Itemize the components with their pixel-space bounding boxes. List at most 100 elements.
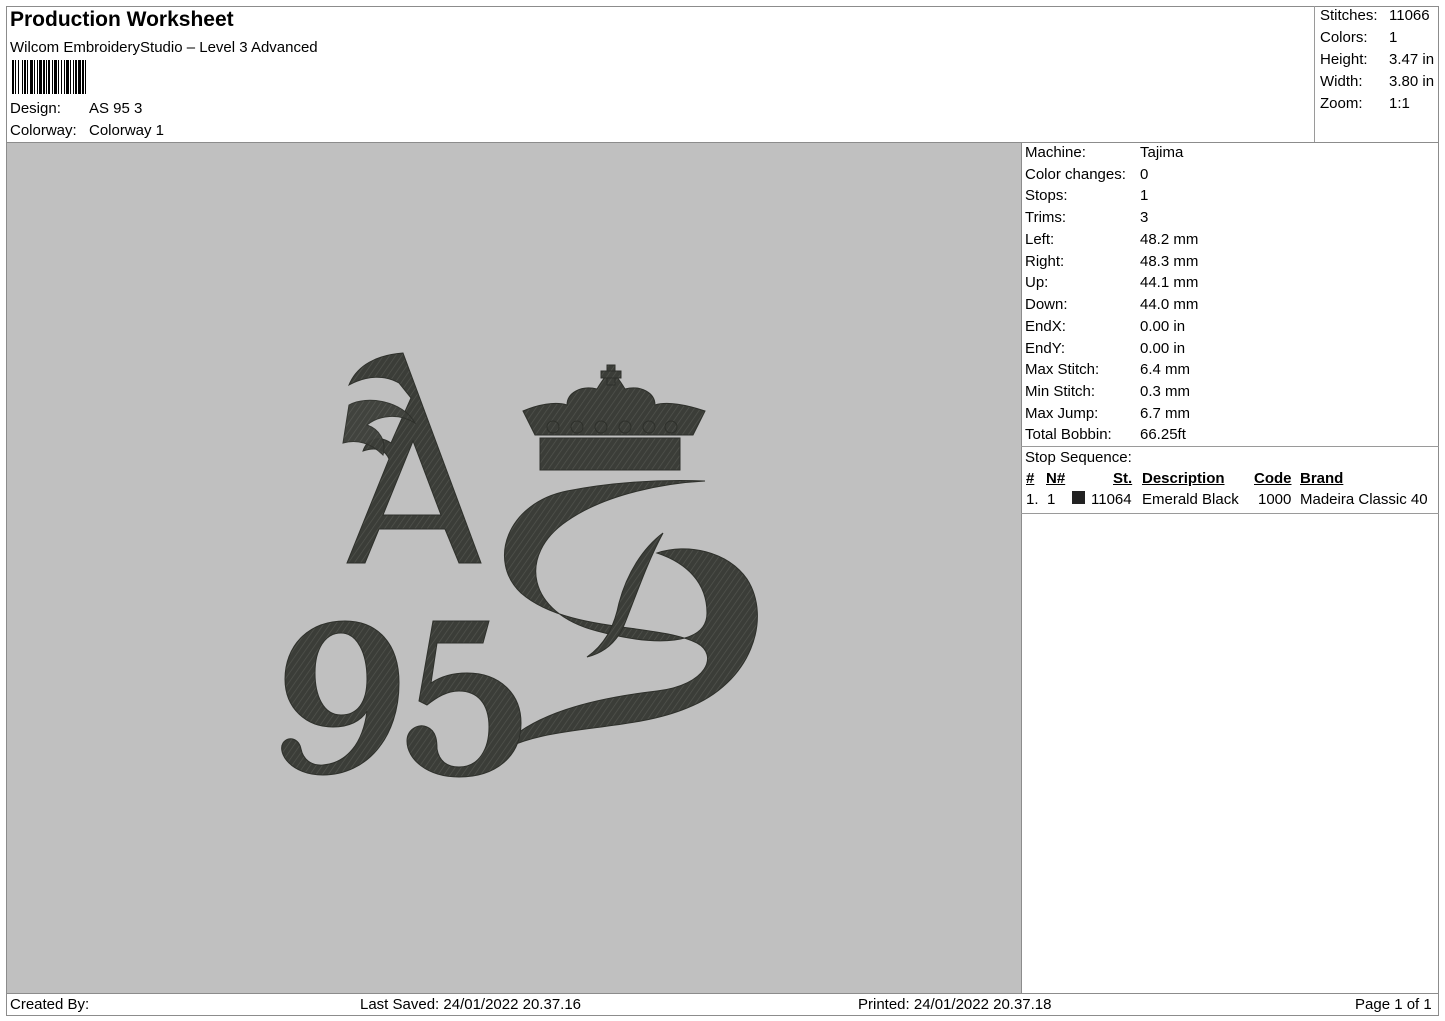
stop-row-stitches: 11064: [1091, 491, 1132, 508]
summary-value: 3.80 in: [1389, 73, 1435, 90]
barcode-bar: [24, 60, 26, 94]
info-label: EndX:: [1025, 318, 1066, 335]
crown-icon: [522, 364, 706, 471]
barcode-bar: [22, 60, 23, 94]
barcode-bar: [52, 60, 53, 94]
stop-row-needle: 1: [1047, 491, 1056, 508]
info-row: Up: 44.1 mm: [1025, 274, 1198, 291]
summary-label: Width:: [1320, 73, 1363, 90]
info-row: Trims: 3: [1025, 209, 1148, 226]
machine-info-panel: Machine: Tajima Color changes: 0 Stops: 1 T…: [1021, 143, 1439, 993]
summary-row: Width: 3.80 in: [1320, 73, 1434, 90]
info-row: EndY: 0.00 in: [1025, 340, 1185, 357]
summary-label: Stitches:: [1320, 7, 1378, 24]
info-row: Total Bobbin: 66.25ft: [1025, 426, 1186, 443]
barcode-bar: [78, 60, 81, 94]
info-row: EndX: 0.00 in: [1025, 318, 1185, 335]
summary-label: Colors:: [1320, 29, 1368, 46]
summary-panel: Stitches: 11066 Colors: 1 Height: 3.47 in W…: [1314, 6, 1439, 143]
info-row: Color changes: 0: [1025, 166, 1148, 183]
barcode-bar: [64, 60, 65, 94]
info-divider: [1021, 446, 1439, 447]
info-label: Color changes:: [1025, 166, 1126, 183]
barcode-bar: [30, 60, 33, 94]
info-row: Down: 44.0 mm: [1025, 296, 1198, 313]
barcode-bar: [58, 60, 59, 94]
info-label: Down:: [1025, 296, 1068, 313]
barcode-bar: [70, 60, 71, 94]
design-value: AS 95 3: [89, 100, 143, 117]
info-value: 66.25ft: [1140, 426, 1186, 443]
barcode-bar: [54, 60, 57, 94]
barcode-bar: [12, 60, 14, 94]
embroidery-design: [281, 352, 758, 778]
info-value: 3: [1140, 209, 1149, 226]
info-value: 48.3 mm: [1140, 253, 1199, 270]
info-value: 0.00 in: [1140, 318, 1186, 335]
summary-value: 11066: [1389, 7, 1430, 24]
info-value: 0.00 in: [1140, 340, 1186, 357]
info-value: 0.3 mm: [1140, 383, 1191, 400]
letter-a-shape: [342, 352, 482, 564]
column-header-brand: Brand: [1300, 470, 1344, 487]
info-row: Max Stitch: 6.4 mm: [1025, 361, 1190, 378]
design-label: Design:: [10, 100, 61, 117]
printed-date: Printed: 24/01/2022 20.37.18: [858, 996, 1052, 1013]
design-preview: [7, 143, 1022, 993]
info-row: Min Stitch: 0.3 mm: [1025, 383, 1190, 400]
barcode-bar: [66, 60, 69, 94]
colorway-label: Colorway:: [10, 122, 77, 139]
barcode-bar: [75, 60, 77, 94]
summary-label: Zoom:: [1320, 95, 1363, 112]
info-row: Max Jump: 6.7 mm: [1025, 405, 1190, 422]
stop-row-description: Emerald Black: [1142, 491, 1239, 508]
info-row: Machine: Tajima: [1025, 144, 1183, 161]
colorway-value: Colorway 1: [89, 122, 165, 139]
info-value: 48.2 mm: [1140, 231, 1199, 248]
footer-divider: [6, 993, 1439, 994]
stop-sequence-divider: [1021, 513, 1439, 514]
software-subtitle: Wilcom EmbroideryStudio – Level 3 Advanc…: [10, 39, 318, 56]
info-value: 6.4 mm: [1140, 361, 1191, 378]
info-label: Stops:: [1025, 187, 1068, 204]
info-value: 6.7 mm: [1140, 405, 1191, 422]
summary-value: 3.47 in: [1389, 51, 1435, 68]
summary-row: Stitches: 11066: [1320, 7, 1430, 24]
barcode-bar: [27, 60, 28, 94]
worksheet-header: Production Worksheet Wilcom EmbroiderySt…: [6, 6, 1315, 143]
summary-row: Zoom: 1:1: [1320, 95, 1410, 112]
column-header-stitches: St.: [1113, 470, 1133, 487]
info-row: Left: 48.2 mm: [1025, 231, 1198, 248]
info-label: Max Stitch:: [1025, 361, 1100, 378]
column-header-number: #: [1026, 470, 1035, 487]
stop-row-number: 1.: [1026, 491, 1039, 508]
barcode-bar: [48, 60, 50, 94]
info-value: 44.1 mm: [1140, 274, 1199, 291]
summary-row: Colors: 1: [1320, 29, 1397, 46]
barcode-bar: [15, 60, 16, 94]
info-row: Right: 48.3 mm: [1025, 253, 1198, 270]
design-row: Design: AS 95 3: [10, 100, 142, 117]
barcode-bar: [46, 60, 47, 94]
barcode-bar: [39, 60, 42, 94]
info-label: Total Bobbin:: [1025, 426, 1112, 443]
barcode-bar: [61, 60, 62, 94]
barcode-bar: [37, 60, 38, 94]
barcode-bar: [85, 60, 86, 94]
info-label: Left:: [1025, 231, 1055, 248]
barcode-bar: [73, 60, 74, 94]
info-label: Max Jump:: [1025, 405, 1099, 422]
thread-color-swatch: [1072, 491, 1085, 504]
page-title: Production Worksheet: [10, 8, 234, 31]
info-value: Tajima: [1140, 144, 1184, 161]
info-label: Trims:: [1025, 209, 1067, 226]
info-value: 1: [1140, 187, 1149, 204]
colorway-row: Colorway: Colorway 1: [10, 122, 164, 139]
info-label: Right:: [1025, 253, 1065, 270]
info-label: EndY:: [1025, 340, 1066, 357]
summary-value: 1:1: [1389, 95, 1410, 112]
barcode: [12, 60, 86, 94]
letter-s-shape: [496, 479, 758, 754]
page-number: Page 1 of 1: [1355, 996, 1432, 1013]
info-value: 44.0 mm: [1140, 296, 1199, 313]
